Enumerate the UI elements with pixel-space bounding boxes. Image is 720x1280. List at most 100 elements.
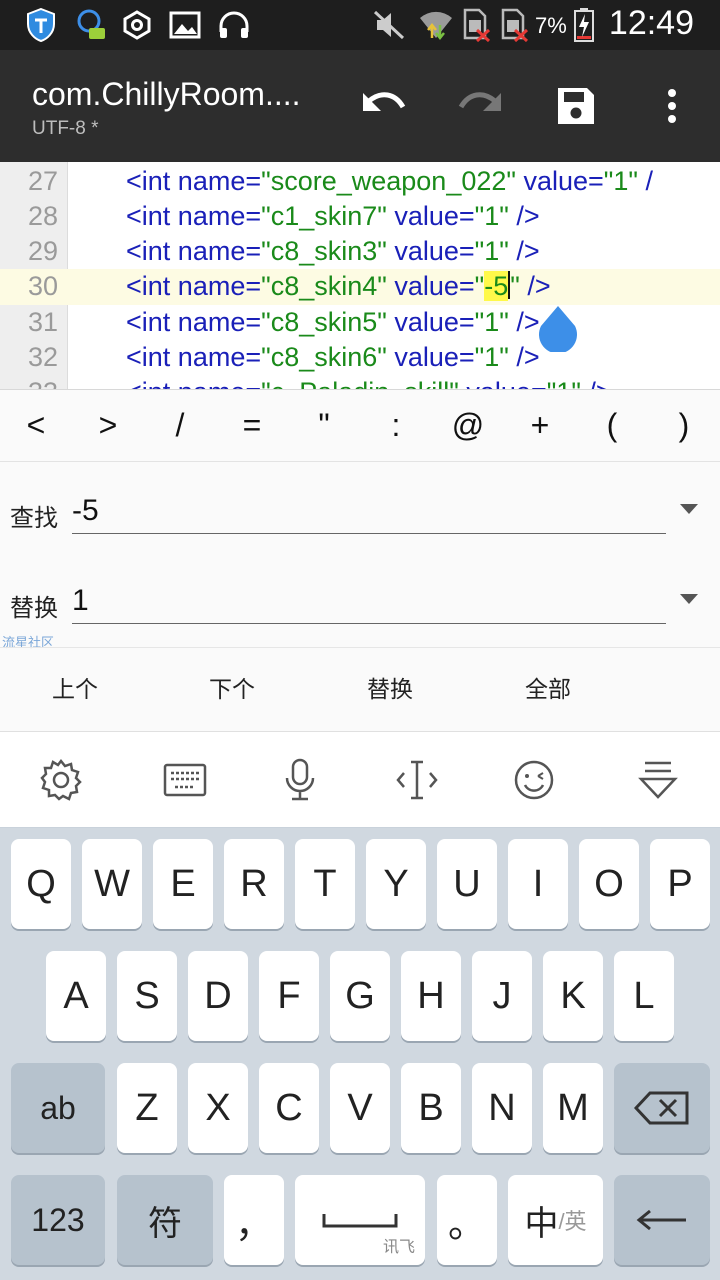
replace-input[interactable] [72, 578, 666, 624]
key-m[interactable]: M [543, 1063, 603, 1153]
line-number: 31 [27, 307, 58, 337]
undo-icon[interactable] [360, 82, 408, 130]
find-next-button[interactable]: 下个 [209, 670, 255, 704]
key-q[interactable]: Q [11, 839, 71, 929]
key-c[interactable]: C [259, 1063, 319, 1153]
symbol-key[interactable]: / [144, 390, 216, 461]
ime-toolbar [0, 732, 720, 828]
app-bar: com.ChillyRoom.... UTF-8 * [0, 50, 720, 162]
period-key[interactable]: 。 [437, 1175, 497, 1265]
key-n[interactable]: N [472, 1063, 532, 1153]
find-history-dropdown-icon[interactable] [680, 504, 698, 514]
key-o[interactable]: O [579, 839, 639, 929]
enter-icon [636, 1209, 686, 1231]
sim-no-signal-icon [498, 8, 530, 42]
symbol-key[interactable]: = [216, 390, 288, 461]
symbol-key[interactable]: ( [576, 390, 648, 461]
key-j[interactable]: J [472, 951, 532, 1041]
find-input[interactable] [72, 488, 666, 534]
space-key[interactable]: 讯飞 [295, 1175, 425, 1265]
symbol-key[interactable]: @ [432, 390, 504, 461]
key-w[interactable]: W [82, 839, 142, 929]
clock: 12:49 [608, 4, 694, 42]
symbol-key[interactable]: " [288, 390, 360, 461]
enter-key[interactable] [614, 1175, 710, 1265]
cursor-handle[interactable] [537, 306, 579, 354]
key-t[interactable]: T [295, 839, 355, 929]
key-e[interactable]: E [153, 839, 213, 929]
symbol-bar: < > / = " : @ + ( ) [0, 390, 720, 462]
ime-brand-label: 讯飞 [382, 1239, 415, 1256]
microphone-icon[interactable] [276, 756, 324, 804]
key-b[interactable]: B [401, 1063, 461, 1153]
numbers-key[interactable]: 123 [11, 1175, 105, 1265]
symbol-key[interactable]: > [72, 390, 144, 461]
find-row: 查找 [0, 472, 720, 552]
code-line[interactable]: 31 <int name="c8_skin5" value="1" /> [0, 305, 720, 341]
backspace-key[interactable] [614, 1063, 710, 1153]
hexagon-icon [120, 8, 154, 42]
key-a[interactable]: A [46, 951, 106, 1041]
more-vert-icon[interactable] [648, 82, 696, 130]
line-number: 30 [27, 271, 58, 301]
find-label: 查找 [10, 504, 58, 532]
key-z[interactable]: Z [117, 1063, 177, 1153]
redo-icon[interactable] [456, 82, 504, 130]
symbol-key[interactable]: < [0, 390, 72, 461]
replace-all-button[interactable]: 全部 [525, 670, 571, 704]
line-number: 28 [27, 201, 58, 231]
key-s[interactable]: S [117, 951, 177, 1041]
key-v[interactable]: V [330, 1063, 390, 1153]
code-line[interactable]: 32 <int name="c8_skin6" value="1" /> [0, 340, 720, 376]
comma-key[interactable]: ， [224, 1175, 284, 1265]
emoji-icon[interactable] [510, 756, 558, 804]
symbol-key[interactable]: : [360, 390, 432, 461]
keyboard-icon[interactable] [161, 756, 209, 804]
status-bar: 7% 12:49 [0, 0, 720, 50]
battery-charging-icon [572, 8, 596, 42]
settings-icon[interactable] [37, 756, 85, 804]
wifi-icon [418, 8, 454, 42]
key-d[interactable]: D [188, 951, 248, 1041]
mute-icon [372, 8, 406, 42]
key-y[interactable]: Y [366, 839, 426, 929]
key-u[interactable]: U [437, 839, 497, 929]
key-k[interactable]: K [543, 951, 603, 1041]
language-switch-key[interactable]: 中/英 [508, 1175, 603, 1265]
replace-row: 替换 [0, 562, 720, 642]
chat-bubble-icon [74, 8, 108, 42]
file-encoding: UTF-8 * [32, 118, 99, 139]
space-bar-icon [322, 1214, 398, 1228]
case-toggle-key[interactable]: ab [11, 1063, 105, 1153]
key-r[interactable]: R [224, 839, 284, 929]
line-number: 27 [27, 166, 58, 196]
key-i[interactable]: I [508, 839, 568, 929]
hide-keyboard-icon[interactable] [634, 756, 682, 804]
save-icon[interactable] [552, 82, 600, 130]
backspace-icon [634, 1091, 689, 1125]
replace-button[interactable]: 替换 [367, 670, 413, 704]
key-p[interactable]: P [650, 839, 710, 929]
key-f[interactable]: F [259, 951, 319, 1041]
key-h[interactable]: H [401, 951, 461, 1041]
key-g[interactable]: G [330, 951, 390, 1041]
key-x[interactable]: X [188, 1063, 248, 1153]
find-replace-panel: 查找 替换 流星社区 上个 下个 替换 全部 [0, 462, 720, 732]
search-match-highlight: -5 [484, 271, 509, 301]
code-editor[interactable]: 27 <int name="score_weapon_022" value="1… [0, 162, 720, 390]
code-line[interactable]: 27 <int name="score_weapon_022" value="1… [0, 164, 720, 200]
code-line[interactable]: 29 <int name="c8_skin3" value="1" /> [0, 234, 720, 270]
code-line[interactable]: 28 <int name="c1_skin7" value="1" /> [0, 199, 720, 235]
symbols-key[interactable]: 符 [117, 1175, 213, 1265]
replace-history-dropdown-icon[interactable] [680, 594, 698, 604]
code-line[interactable]: 33 <int name="c_Paladin_skill" value="1"… [0, 375, 720, 389]
cursor-move-icon[interactable] [393, 756, 441, 804]
code-line-active[interactable]: 30 <int name="c8_skin4" value="-5" /> [0, 269, 720, 305]
symbol-key[interactable]: ) [648, 390, 720, 461]
line-number: 29 [27, 236, 58, 266]
replace-label: 替换 [10, 594, 58, 622]
sim-no-signal-icon [460, 8, 492, 42]
find-previous-button[interactable]: 上个 [52, 670, 98, 704]
symbol-key[interactable]: + [504, 390, 576, 461]
key-l[interactable]: L [614, 951, 674, 1041]
